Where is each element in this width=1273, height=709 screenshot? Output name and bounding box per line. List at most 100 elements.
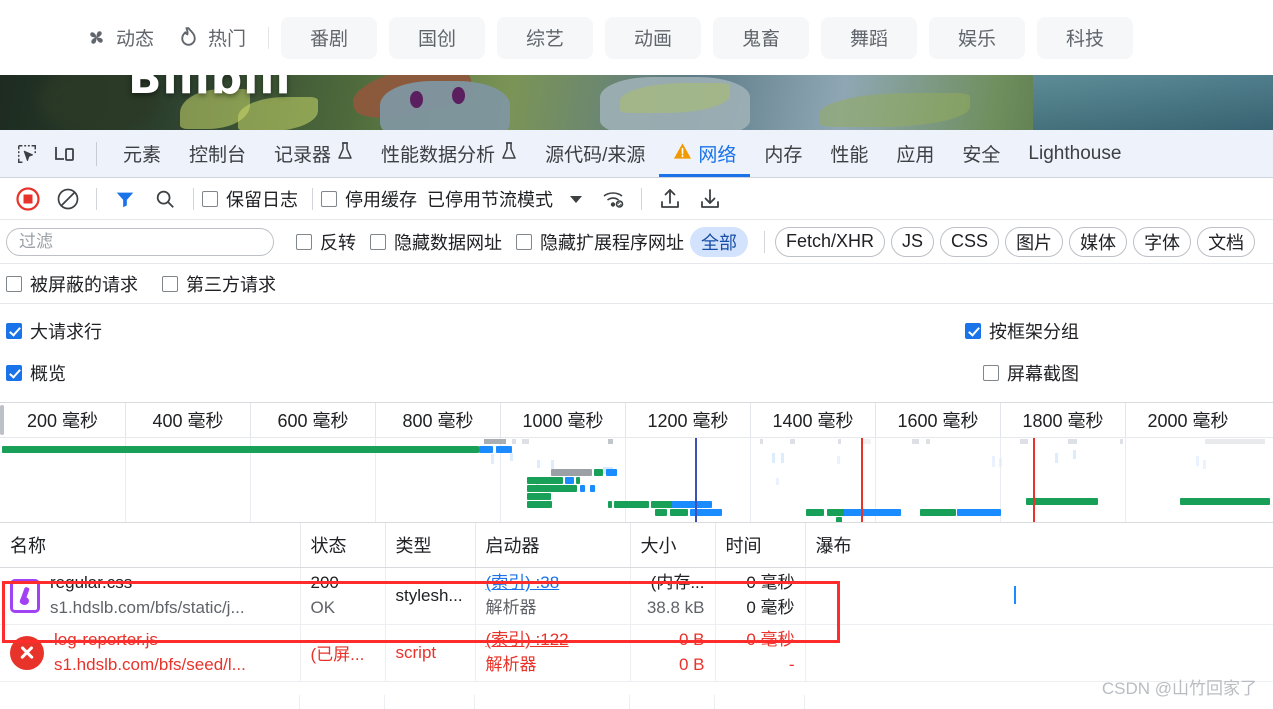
tab-lighthouse[interactable]: Lighthouse (1014, 130, 1135, 177)
filterbar-divider (764, 230, 765, 253)
initiator-link[interactable]: (索引) :122 (486, 628, 620, 653)
nav-link-dynamic[interactable]: 动态 (84, 24, 154, 51)
initiator-link[interactable]: (索引) :38 (486, 571, 620, 596)
table-row[interactable]: regular.css s1.hdslb.com/bfs/static/j...… (0, 567, 1273, 625)
nav-chip-yule[interactable]: 娱乐 (929, 16, 1026, 59)
col-header-type[interactable]: 类型 (385, 523, 476, 568)
hide-data-urls-checkbox[interactable]: 隐藏数据网址 (370, 229, 502, 255)
type-filter-fetch-xhr[interactable]: Fetch/XHR (775, 226, 886, 257)
ruler-tick: 1400 毫秒 (750, 403, 875, 437)
tab-sources[interactable]: 源代码/来源 (531, 130, 659, 177)
nav-link-label: 热门 (208, 29, 247, 50)
cell-initiator: (索引) :38 解析器 (475, 567, 631, 625)
settings-line-2: 概览 屏幕截图 (6, 352, 1273, 394)
table-row[interactable]: log-reporter.js s1.hdslb.com/bfs/seed/l.… (0, 624, 1273, 682)
nav-link-hot[interactable]: 热门 (176, 24, 246, 51)
col-header-size[interactable]: 大小 (630, 523, 716, 568)
inspect-element-icon[interactable] (8, 135, 46, 173)
load-event-line (861, 438, 863, 522)
preserve-log-checkbox[interactable]: 保留日志 (202, 186, 298, 212)
tab-performance-insights[interactable]: 性能数据分析 (367, 130, 531, 177)
col-header-waterfall[interactable]: 瀑布 (805, 523, 1273, 568)
type-filter-img[interactable]: 图片 (1005, 226, 1064, 257)
checkbox-label: 隐藏扩展程序网址 (540, 232, 684, 253)
table-header-row: 名称 状态 类型 启动器 大小 时间 瀑布 (0, 523, 1273, 568)
network-request-table-wrap: 名称 状态 类型 启动器 大小 时间 瀑布 regular.css s1.hds… (0, 523, 1273, 682)
filter-input[interactable] (6, 227, 274, 256)
tab-security[interactable]: 安全 (948, 130, 1014, 177)
type-filter-media[interactable]: 媒体 (1069, 226, 1128, 257)
tab-console[interactable]: 控制台 (175, 130, 260, 177)
checkbox-box (162, 275, 178, 292)
time-latency: 0 毫秒 (746, 597, 795, 617)
warning-icon (673, 142, 692, 166)
status-code: 200 (310, 572, 339, 592)
nav-chip-zongyi[interactable]: 综艺 (497, 16, 594, 59)
checkbox-box (6, 323, 22, 339)
blocked-requests-checkbox[interactable]: 被屏蔽的请求 (6, 271, 138, 297)
cell-type: stylesh... (385, 567, 476, 625)
type-filter-font[interactable]: 字体 (1133, 226, 1192, 257)
tab-performance[interactable]: 性能 (816, 130, 882, 177)
tab-elements[interactable]: 元素 (109, 130, 175, 177)
network-conditions-icon[interactable] (593, 180, 633, 218)
devtools-panel: 元素 控制台 记录器 性能数据分析 源代码/来源 网络 内存 性能 应用 安全 … (0, 130, 1273, 709)
chevron-down-icon[interactable] (559, 180, 593, 218)
tab-label: 源代码/来源 (545, 145, 646, 166)
network-request-table: 名称 状态 类型 启动器 大小 时间 瀑布 regular.css s1.hds… (0, 523, 1273, 682)
type-filter-js[interactable]: JS (891, 226, 935, 257)
checkbox-label: 屏幕截图 (1007, 364, 1079, 384)
checkbox-label: 第三方请求 (186, 274, 276, 295)
type-filter-css[interactable]: CSS (940, 226, 1000, 257)
tab-application[interactable]: 应用 (882, 130, 948, 177)
type-filter-doc[interactable]: 文档 (1197, 226, 1256, 257)
nav-chip-wudao[interactable]: 舞蹈 (821, 16, 918, 59)
col-header-time[interactable]: 时间 (715, 523, 806, 568)
tab-recorder[interactable]: 记录器 (260, 130, 367, 177)
overview-checkbox[interactable]: 概览 (6, 360, 66, 386)
col-header-status[interactable]: 状态 (300, 523, 386, 568)
hide-extension-urls-checkbox[interactable]: 隐藏扩展程序网址 (516, 229, 684, 255)
nav-chip-guochuang[interactable]: 国创 (389, 16, 486, 59)
big-request-rows-checkbox[interactable]: 大请求行 (6, 318, 102, 344)
group-by-frame-checkbox[interactable]: 按框架分组 (965, 318, 1079, 344)
overview-waterfall-graph[interactable] (0, 438, 1273, 523)
clear-button[interactable] (48, 180, 88, 218)
export-har-icon[interactable] (690, 180, 730, 218)
network-filter-bar: 反转 隐藏数据网址 隐藏扩展程序网址 全部 Fetch/XHR JS CSS 图… (0, 220, 1273, 264)
type-filter-all[interactable]: 全部 (690, 226, 748, 257)
col-header-name[interactable]: 名称 (0, 523, 301, 568)
ruler-tick: 800 毫秒 (375, 403, 500, 437)
record-button[interactable] (8, 180, 48, 218)
import-har-icon[interactable] (650, 180, 690, 218)
overview-timeline-ruler[interactable]: 200 毫秒 400 毫秒 600 毫秒 800 毫秒 1000 毫秒 1200… (0, 402, 1273, 438)
nav-chip-keji[interactable]: 科技 (1037, 16, 1134, 59)
tab-memory[interactable]: 内存 (750, 130, 816, 177)
nav-chip-donghua[interactable]: 动画 (605, 16, 702, 59)
table-row-partial[interactable]: ub-BasePerf-ef6f6b3... 200 (索引) :125 (内.… (0, 695, 1273, 709)
tab-network[interactable]: 网络 (659, 130, 750, 177)
screenshots-checkbox[interactable]: 屏幕截图 (983, 360, 1079, 386)
filter-icon[interactable] (105, 180, 145, 218)
tab-label: 元素 (123, 145, 162, 166)
third-party-requests-checkbox[interactable]: 第三方请求 (162, 271, 276, 297)
flame-icon (176, 25, 201, 50)
network-settings-pane: 大请求行 按框架分组 概览 屏幕截图 (0, 304, 1273, 402)
nav-chip-fanju[interactable]: 番剧 (281, 16, 378, 59)
checkbox-label: 停用缓存 (345, 189, 417, 210)
tab-label: 网络 (698, 145, 737, 166)
disable-cache-checkbox[interactable]: 停用缓存 (321, 186, 417, 212)
search-icon[interactable] (145, 180, 185, 218)
initiator-kind: 解析器 (485, 597, 537, 617)
cell-type: script (385, 624, 476, 682)
invert-checkbox[interactable]: 反转 (296, 229, 356, 255)
network-toolbar: 保留日志 停用缓存 已停用节流模式 (0, 178, 1273, 220)
nav-chip-guichu[interactable]: 鬼畜 (713, 16, 810, 59)
ruler-tick: 400 毫秒 (125, 403, 250, 437)
throttling-label[interactable]: 已停用节流模式 (427, 186, 553, 212)
ruler-tick: 1600 毫秒 (875, 403, 1000, 437)
col-header-initiator[interactable]: 启动器 (475, 523, 631, 568)
device-toolbar-icon[interactable] (46, 135, 84, 173)
flask-icon (337, 141, 353, 166)
ruler-tick: 1200 毫秒 (625, 403, 750, 437)
